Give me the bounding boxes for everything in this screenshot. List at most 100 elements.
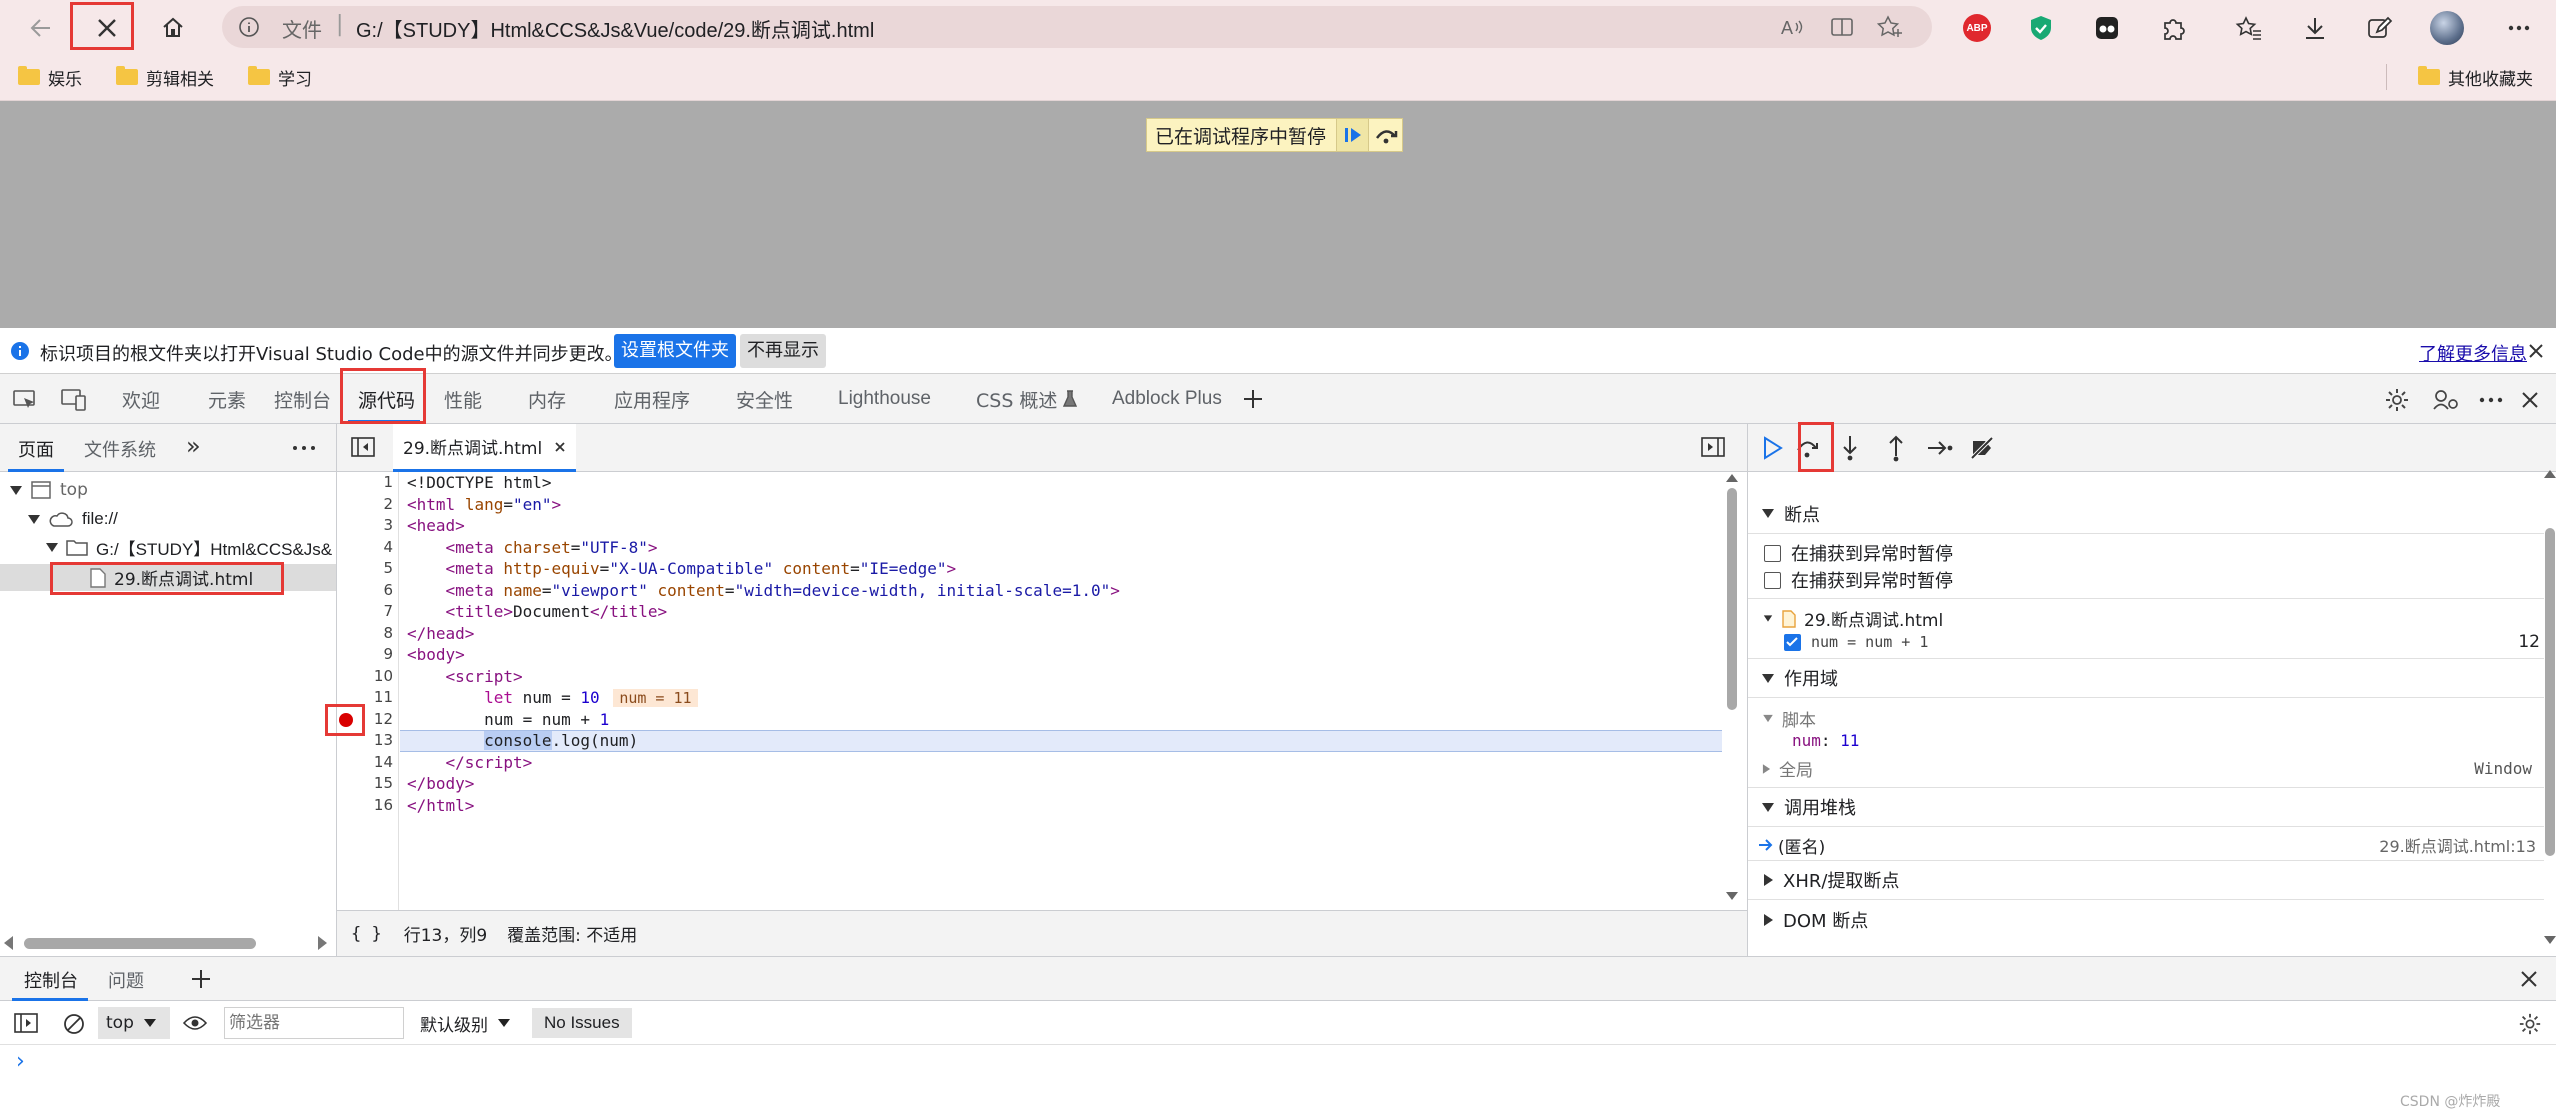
scroll-left-icon[interactable]	[4, 936, 13, 950]
checkbox-checked[interactable]	[1784, 633, 1801, 651]
editor-tab-file[interactable]: 29.断点调试.html	[393, 424, 577, 472]
favorites-button[interactable]	[2230, 9, 2268, 47]
log-level-dropdown[interactable]: 默认级别	[420, 1007, 510, 1039]
gear-icon[interactable]	[2518, 1012, 2542, 1036]
pause-on-exceptions-option[interactable]: 在捕获到异常时暂停	[1764, 540, 1953, 566]
close-icon[interactable]	[2520, 970, 2538, 988]
context-selector[interactable]: top	[98, 1007, 170, 1039]
line-number[interactable]: 14	[337, 752, 393, 774]
extensions-button[interactable]	[2154, 9, 2192, 47]
gear-icon[interactable]	[2384, 387, 2410, 413]
settings-more-button[interactable]	[2500, 9, 2538, 47]
line-number[interactable]: 10	[337, 666, 393, 688]
checkbox[interactable]	[1764, 571, 1781, 589]
close-icon[interactable]	[554, 441, 566, 453]
tab-welcome[interactable]: 欢迎	[122, 374, 160, 424]
tab-application[interactable]: 应用程序	[614, 374, 690, 424]
learn-more-link[interactable]: 了解更多信息	[2419, 340, 2527, 366]
close-icon[interactable]	[2520, 390, 2540, 410]
tab-lighthouse[interactable]: Lighthouse	[838, 374, 931, 424]
breakpoint-item[interactable]: num = num + 1 12	[1784, 632, 2540, 652]
tree-item-folder[interactable]: G:/【STUDY】Html&CCS&Js&	[46, 534, 336, 560]
scope-script[interactable]: 脚本	[1762, 706, 1816, 731]
callstack-frame[interactable]: (匿名) 29.断点调试.html:13	[1748, 832, 2544, 858]
console-prompt[interactable]: ›	[16, 1049, 25, 1074]
line-number[interactable]: 5	[337, 558, 393, 580]
downloads-button[interactable]	[2296, 9, 2334, 47]
line-number[interactable]: 2	[337, 494, 393, 516]
address-bar[interactable]: 文件 | G:/【STUDY】Html&CCS&Js&Vue/code/29.断…	[222, 6, 1932, 48]
clear-console-icon[interactable]	[62, 1012, 86, 1036]
pretty-print-button[interactable]: { }	[351, 924, 382, 944]
close-icon[interactable]	[2528, 343, 2544, 359]
pause-on-caught-exceptions-option[interactable]: 在捕获到异常时暂停	[1764, 567, 1953, 593]
abp-extension-icon[interactable]: ABP	[1958, 9, 1996, 47]
tab-elements[interactable]: 元素	[208, 374, 246, 424]
breakpoint-file-group[interactable]: 29.断点调试.html	[1762, 606, 1943, 631]
line-number[interactable]: 6	[337, 580, 393, 602]
drawer-tab-issues[interactable]: 问题	[108, 967, 144, 993]
scroll-right-icon[interactable]	[318, 936, 327, 950]
step-out-icon[interactable]	[1886, 432, 1906, 462]
add-tab-icon[interactable]	[190, 968, 212, 990]
drawer-tab-console[interactable]: 控制台	[24, 967, 78, 993]
scroll-up-icon[interactable]	[2544, 470, 2556, 478]
line-number[interactable]: 16	[337, 795, 393, 817]
bookmark-folder-study[interactable]: 学习	[248, 61, 312, 93]
split-screen-icon[interactable]	[1830, 16, 1854, 38]
profile-avatar[interactable]	[2428, 9, 2466, 47]
tab-security[interactable]: 安全性	[736, 374, 793, 424]
scope-variable[interactable]: num: 11	[1792, 731, 1859, 750]
issues-counter-button[interactable]: No Issues	[532, 1008, 632, 1038]
add-tab-icon[interactable]	[1242, 388, 1264, 410]
checkbox[interactable]	[1764, 544, 1781, 562]
scroll-up-icon[interactable]	[1726, 474, 1738, 482]
line-number[interactable]: 1	[337, 472, 393, 494]
dom-breakpoints-section-header[interactable]: DOM 断点	[1748, 900, 2544, 940]
vertical-scrollbar-thumb[interactable]	[1727, 488, 1737, 710]
line-number[interactable]: 7	[337, 601, 393, 623]
more-icon[interactable]	[2478, 396, 2504, 404]
scope-section-header[interactable]: 作用域	[1748, 658, 2544, 698]
tab-page[interactable]: 页面	[18, 436, 54, 462]
bookmark-folder-editing[interactable]: 剪辑相关	[116, 61, 214, 93]
xhr-breakpoints-section-header[interactable]: XHR/提取断点	[1748, 860, 2544, 900]
line-number[interactable]: 9	[337, 644, 393, 666]
line-gutter[interactable]: 1 2 3 4 5 6 7 8 9 10 11 12 13 14 15 16	[337, 472, 399, 910]
breakpoints-section-header[interactable]: 断点	[1748, 494, 2544, 534]
bookmark-folder-entertainment[interactable]: 娱乐	[18, 61, 82, 93]
deactivate-breakpoints-icon[interactable]	[1970, 436, 1994, 460]
line-number[interactable]: 4	[337, 537, 393, 559]
back-button[interactable]	[18, 6, 64, 50]
resume-button[interactable]	[1336, 119, 1369, 151]
tab-performance[interactable]: 性能	[444, 374, 482, 424]
step-icon[interactable]	[1926, 438, 1954, 458]
sidebar-toggle-icon[interactable]	[14, 1013, 38, 1033]
toggle-navigator-icon[interactable]	[351, 437, 375, 457]
other-favorites-folder[interactable]: 其他收藏夹	[2418, 61, 2533, 93]
url-text[interactable]: G:/【STUDY】Html&CCS&Js&Vue/code/29.断点调试.h…	[356, 14, 874, 43]
set-root-folder-button[interactable]: 设置根文件夹	[614, 334, 736, 368]
edit-button[interactable]	[2360, 9, 2398, 47]
scroll-down-icon[interactable]	[2544, 936, 2556, 944]
tab-filesystem[interactable]: 文件系统	[84, 436, 156, 462]
frame-location[interactable]: 29.断点调试.html:13	[2379, 833, 2536, 857]
favorite-star-icon[interactable]	[1876, 14, 1904, 40]
dont-show-again-button[interactable]: 不再显示	[740, 334, 826, 368]
more-icon[interactable]	[292, 445, 316, 451]
tab-adblock-plus[interactable]: Adblock Plus	[1112, 374, 1222, 424]
toggle-debugger-icon[interactable]	[1701, 437, 1725, 457]
scroll-down-icon[interactable]	[1726, 892, 1738, 900]
breakpoint-marker[interactable]	[339, 713, 353, 727]
code-area[interactable]: 1 2 3 4 5 6 7 8 9 10 11 12 13 14 15 16 <…	[325, 472, 1747, 910]
tab-memory[interactable]: 内存	[528, 374, 566, 424]
info-icon[interactable]	[238, 16, 260, 38]
eye-icon[interactable]	[182, 1013, 208, 1033]
more-tabs-chevron-icon[interactable]: »	[186, 432, 201, 460]
step-into-icon[interactable]	[1840, 434, 1860, 462]
tab-css-overview[interactable]: CSS 概述	[976, 374, 1078, 424]
read-aloud-icon[interactable]: A	[1780, 15, 1806, 39]
tree-item-file-scheme[interactable]: file://	[28, 506, 118, 532]
callstack-section-header[interactable]: 调用堆栈	[1748, 787, 2544, 827]
inspect-element-icon[interactable]	[12, 389, 38, 411]
